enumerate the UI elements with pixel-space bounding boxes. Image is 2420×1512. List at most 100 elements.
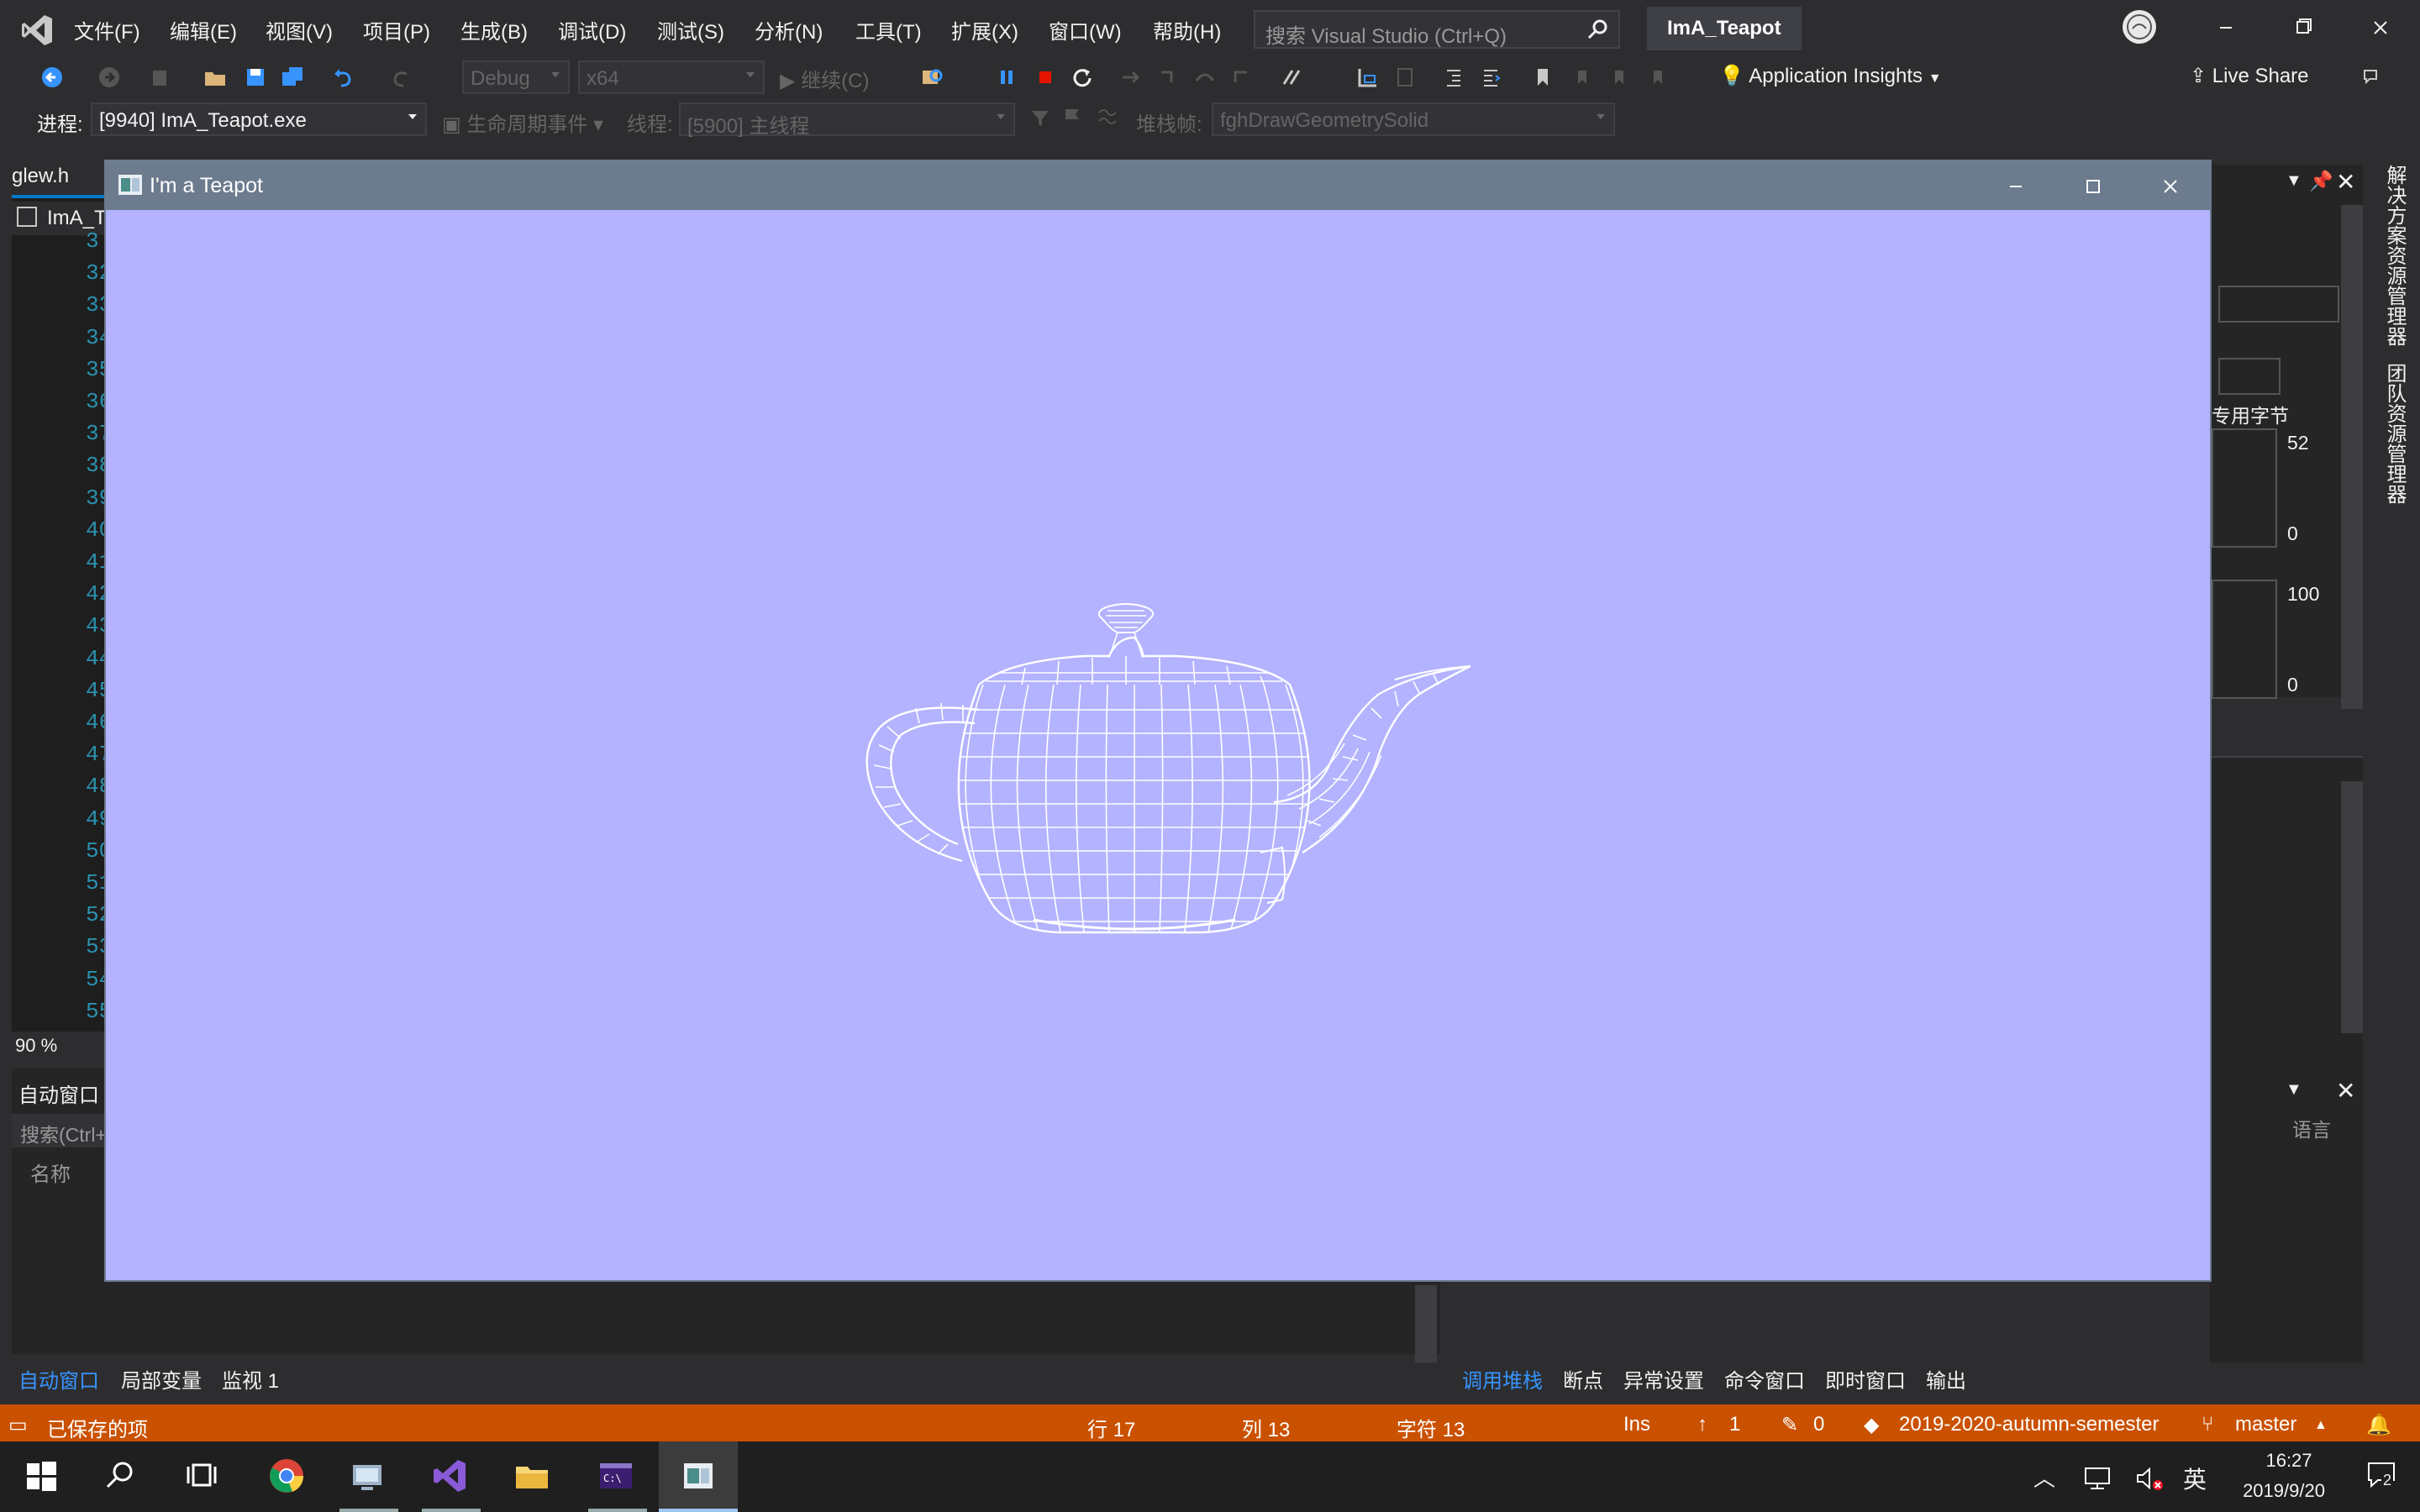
close-icon[interactable] [2144, 168, 2195, 205]
tab-locals[interactable]: 局部变量 [121, 1364, 202, 1394]
task-view-icon[interactable] [182, 1457, 220, 1495]
autos-search-input[interactable]: 搜索(Ctrl+ [12, 1114, 111, 1147]
file-explorer-icon[interactable] [513, 1457, 551, 1495]
next-bookmark-icon[interactable] [1605, 64, 1632, 91]
status-unpushed-count[interactable]: 1 [1729, 1413, 1740, 1436]
diagnostic-scrollbar[interactable] [2341, 205, 2363, 709]
clock-date[interactable]: 2019/9/20 [2225, 1480, 2343, 1502]
visual-studio-icon[interactable] [430, 1457, 469, 1495]
tab-breakpoints[interactable]: 断点 [1563, 1364, 1603, 1394]
menu-project[interactable]: 项目(P) [363, 15, 430, 45]
save-all-icon[interactable] [279, 64, 306, 91]
menu-tools[interactable]: 工具(T) [855, 15, 922, 45]
process-select[interactable]: [9940] ImA_Teapot.exe [91, 102, 427, 136]
tab-solution-explorer[interactable]: 解决方案资源管理器 [2380, 165, 2409, 346]
feedback-icon[interactable] [2360, 64, 2386, 91]
status-changes-count[interactable]: 0 [1813, 1413, 1824, 1436]
tab-team-explorer[interactable]: 团队资源管理器 [2380, 363, 2409, 504]
prev-bookmark-icon[interactable] [1568, 64, 1595, 91]
panel-dropdown-icon[interactable]: ▼ [2286, 1080, 2302, 1100]
tab-command-window[interactable]: 命令窗口 [1724, 1364, 1805, 1394]
restore-icon[interactable] [2282, 10, 2324, 45]
chrome-icon[interactable] [267, 1457, 306, 1495]
navigate-forward-icon[interactable] [96, 64, 123, 91]
clock-time[interactable]: 16:27 [2249, 1450, 2329, 1472]
autos-scrollbar[interactable] [1415, 1285, 1437, 1362]
stop-icon[interactable] [1032, 64, 1059, 91]
panel-close-icon[interactable]: ✕ [2336, 168, 2355, 196]
navigate-back-icon[interactable] [39, 64, 66, 91]
menu-help[interactable]: 帮助(H) [1153, 15, 1221, 45]
maximize-icon[interactable] [2067, 168, 2118, 205]
menu-extensions[interactable]: 扩展(X) [951, 15, 1018, 45]
teapot-app-icon[interactable] [679, 1457, 718, 1495]
diagnostic-timeline[interactable] [2218, 286, 2339, 323]
app-title-bar[interactable] [106, 161, 2210, 210]
step-over-icon[interactable] [1192, 64, 1218, 91]
save-icon[interactable] [242, 64, 269, 91]
new-project-icon[interactable] [148, 64, 175, 91]
bookmark-icon[interactable] [1529, 64, 1556, 91]
minimize-icon[interactable] [1990, 168, 2040, 205]
tab-output[interactable]: 输出 [1926, 1364, 1966, 1394]
notification-bell-icon[interactable]: 🔔 [2366, 1413, 2391, 1437]
thread-icon[interactable] [1355, 64, 1381, 91]
pause-icon[interactable] [993, 64, 1020, 91]
close-icon[interactable] [2360, 10, 2402, 45]
solution-configuration-select[interactable]: Debug [462, 60, 570, 94]
console-icon[interactable]: C:\ [597, 1457, 635, 1495]
pin-icon[interactable]: 📌 [2309, 170, 2333, 192]
show-threads-icon[interactable] [1094, 104, 1121, 131]
document-tab-glew-h[interactable]: glew.h [12, 165, 104, 198]
stack-icon[interactable] [1392, 64, 1418, 91]
find-icon[interactable] [919, 64, 946, 91]
panel-dropdown-icon[interactable]: ▼ [2286, 171, 2302, 191]
hex-display-icon[interactable] [1279, 64, 1306, 91]
account-avatar-icon[interactable] [2121, 8, 2158, 45]
status-insert-mode[interactable]: Ins [1623, 1413, 1650, 1436]
panel-close-icon[interactable]: ✕ [2336, 1077, 2355, 1105]
windows-start-icon[interactable] [22, 1457, 60, 1495]
menu-view[interactable]: 视图(V) [266, 15, 333, 45]
clear-bookmarks-icon[interactable] [1644, 64, 1670, 91]
flag-thread-icon[interactable] [1059, 104, 1086, 131]
status-repository[interactable]: 2019-2020-autumn-semester [1899, 1413, 2160, 1436]
live-share-button[interactable]: ⇪ Live Share [2190, 64, 2309, 88]
vs-search-box[interactable]: 搜索 Visual Studio (Ctrl+Q) [1254, 10, 1620, 49]
status-branch[interactable]: master [2235, 1413, 2296, 1436]
menu-analyze[interactable]: 分析(N) [755, 15, 823, 45]
outdent-icon[interactable] [1477, 64, 1504, 91]
input-method-indicator[interactable]: 英 [2183, 1462, 2207, 1495]
tab-call-stack[interactable]: 调用堆栈 [1462, 1364, 1543, 1394]
menu-edit[interactable]: 编辑(E) [170, 15, 237, 45]
remote-desktop-icon[interactable] [348, 1457, 387, 1495]
thread-select[interactable]: [5900] 主线程 [679, 102, 1015, 138]
menu-test[interactable]: 测试(S) [657, 15, 724, 45]
tab-immediate-window[interactable]: 即时窗口 [1825, 1364, 1906, 1394]
filter-icon[interactable] [1027, 104, 1054, 131]
minimize-icon[interactable] [2205, 10, 2247, 45]
indent-icon[interactable] [1440, 64, 1467, 91]
volume-muted-icon[interactable] [2134, 1465, 2165, 1492]
diagnostic-filter-input[interactable] [2218, 358, 2281, 395]
show-next-statement-icon[interactable] [1118, 64, 1144, 91]
tab-autos[interactable]: 自动窗口 [18, 1364, 99, 1394]
network-icon[interactable] [2082, 1465, 2112, 1492]
redo-icon[interactable] [388, 64, 415, 91]
restart-icon[interactable] [1069, 64, 1096, 91]
show-hidden-icons-icon[interactable]: ︿ [2033, 1462, 2055, 1493]
tab-exception-settings[interactable]: 异常设置 [1623, 1364, 1704, 1394]
action-center-button[interactable]: 2 [2366, 1460, 2403, 1494]
lifecycle-events-button[interactable]: ▣ 生命周期事件 ▾ [442, 108, 603, 137]
menu-build[interactable]: 生成(B) [460, 15, 528, 45]
menu-file[interactable]: 文件(F) [74, 15, 140, 45]
search-icon[interactable] [101, 1457, 139, 1495]
solution-platform-select[interactable]: x64 [578, 60, 765, 94]
application-insights-button[interactable]: 💡 Application Insights ▼ [1719, 64, 1942, 88]
events-scrollbar[interactable] [2341, 781, 2363, 1033]
zoom-select[interactable]: 90 % [12, 1032, 111, 1058]
open-file-icon[interactable] [202, 64, 229, 91]
stack-frame-select[interactable]: fghDrawGeometrySolid [1212, 102, 1615, 136]
undo-icon[interactable] [329, 64, 356, 91]
continue-button[interactable]: ▶ 继续(C) [780, 64, 869, 93]
